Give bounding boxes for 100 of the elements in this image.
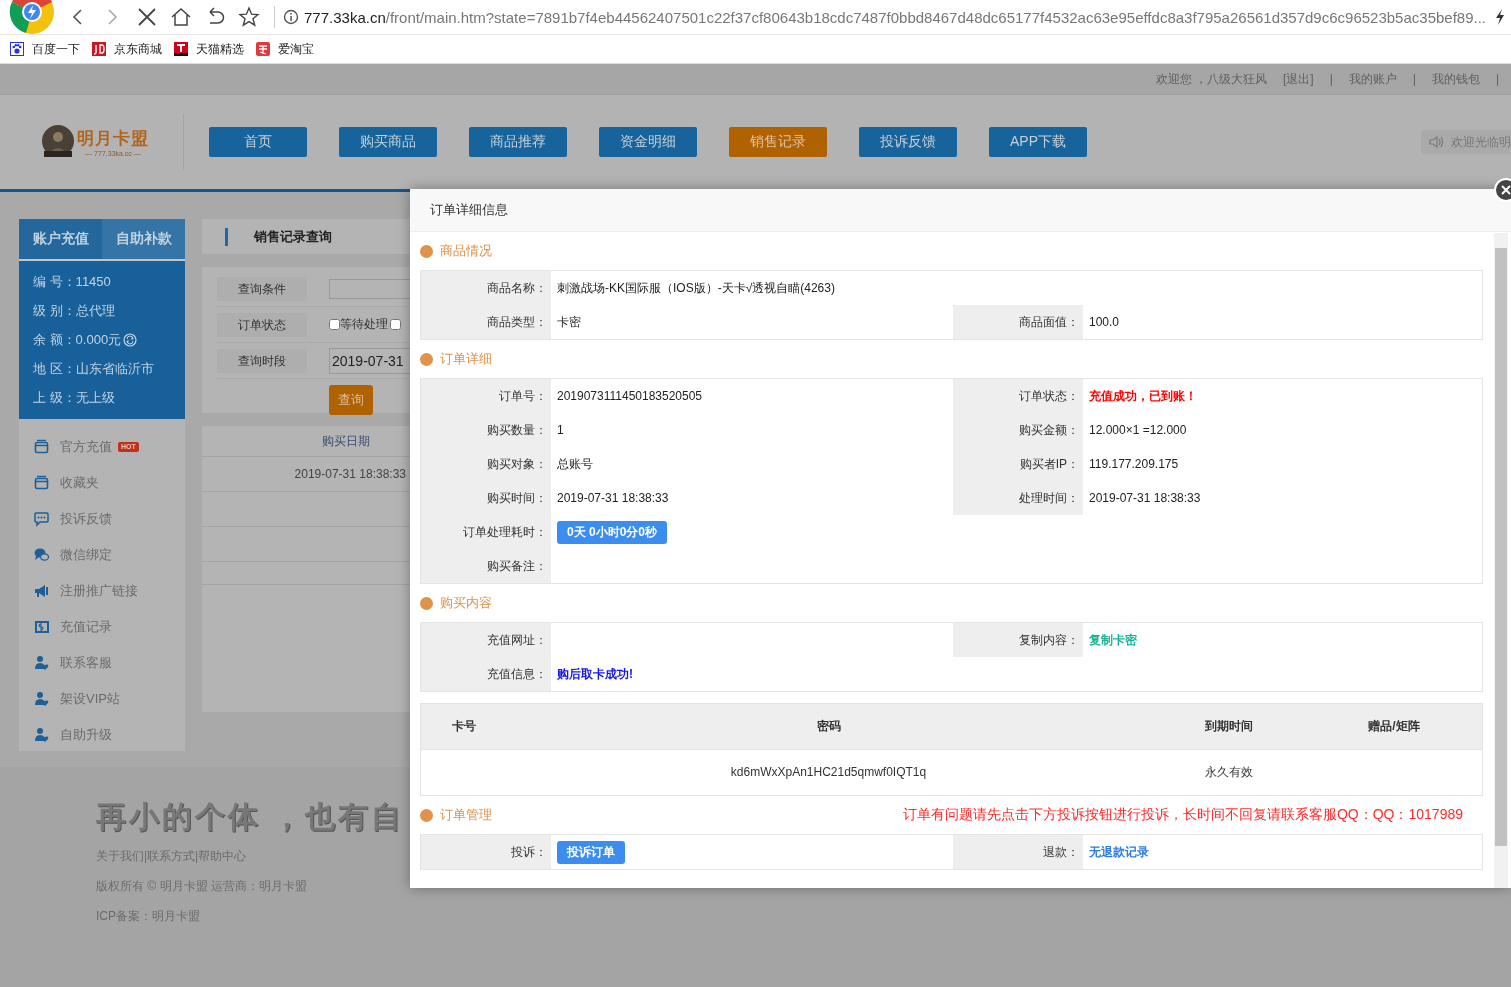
nav-button[interactable]: APP下载: [989, 127, 1087, 157]
bookmark-link[interactable]: 百度一下: [10, 40, 80, 58]
info-icon: [283, 9, 299, 25]
sidebar-menu-item[interactable]: 联系客服: [19, 645, 185, 681]
person-icon: [34, 691, 50, 707]
separator-text: |: [1329, 72, 1333, 86]
detail-label: 订单号：: [421, 379, 551, 413]
detail-label: 购买数量：: [421, 413, 551, 447]
checkbox[interactable]: [329, 319, 340, 330]
detail-value: 12.000×1 =12.000: [1089, 423, 1187, 437]
detail-label: 商品名称：: [421, 271, 551, 305]
speaker-icon: [1429, 135, 1445, 149]
megaphone-icon: [34, 583, 50, 599]
bookmark-link[interactable]: 爱淘宝: [256, 40, 314, 58]
detail-value: 1: [557, 423, 564, 437]
star-icon[interactable]: [238, 6, 260, 28]
url-text: 777.33ka.cn/front/main.htm?state=7891b7f4eb44562407501c22f37cf80643b18cdc7487f0bbd8467d48dc65177f4532ac63e95effdc8a3f795a26561d357d9c6c96523b5ac35bef89...: [304, 8, 1486, 26]
sidebar-menu-item[interactable]: 注册推广链接: [19, 573, 185, 609]
top-link[interactable]: [退出]: [1282, 70, 1314, 88]
column-header: 到期时间: [1151, 704, 1306, 749]
refresh-icon[interactable]: [123, 332, 138, 347]
close-icon[interactable]: [136, 6, 158, 28]
logo-emblem-icon: [41, 124, 75, 160]
field-label: 查询条件: [217, 276, 307, 301]
nav-button[interactable]: 首页: [209, 127, 307, 157]
query-input-field[interactable]: [329, 278, 410, 299]
nav-button[interactable]: 销售记录: [729, 127, 827, 157]
nav-button[interactable]: 资金明细: [599, 127, 697, 157]
sidebar-tab[interactable]: 自助补款: [102, 219, 185, 259]
detail-label: 购买时间：: [421, 481, 551, 515]
nav-button[interactable]: 投诉反馈: [859, 127, 957, 157]
nav-button[interactable]: 商品推荐: [469, 127, 567, 157]
column-header: 购买日期: [321, 432, 371, 450]
checkbox[interactable]: [390, 319, 401, 330]
sidebar-menu-item[interactable]: 自助升级: [19, 717, 185, 753]
detail-label: 订单状态：: [953, 379, 1083, 413]
sidebar-menu-item[interactable]: 收藏夹: [19, 465, 185, 501]
money-icon: [34, 619, 50, 635]
detail-value: 2019073111450183520505: [557, 389, 703, 403]
welcome-text: 欢迎您 ，八级大狂风: [1155, 70, 1267, 88]
person-icon: [34, 727, 50, 743]
info-text: 级 别：总代理: [33, 301, 115, 320]
section-title: 购买内容: [440, 594, 492, 612]
refund-link[interactable]: 无退款记录: [1089, 843, 1149, 861]
section-title: 订单管理: [440, 806, 492, 824]
slogan-text: 再小的个体 ，也有自: [96, 799, 405, 835]
browser-logo-icon[interactable]: [8, 0, 56, 34]
home-icon[interactable]: [170, 6, 192, 28]
bookmark-link[interactable]: 京东商城: [92, 40, 162, 58]
sidebar-menu-item[interactable]: 架设VIP站: [19, 681, 185, 717]
card-icon: [34, 475, 50, 491]
detail-label: 退款：: [953, 835, 1083, 869]
person-icon: [34, 655, 50, 671]
table-cell-text: 2019-07-31 18:38:33: [293, 467, 407, 481]
column-header: 赠品/矩阵: [1306, 704, 1482, 749]
sidebar-menu-item[interactable]: 投诉反馈: [19, 501, 185, 537]
detail-label: 处理时间：: [953, 481, 1083, 515]
table-cell: 永久有效: [1151, 749, 1306, 795]
detail-label: 商品面值：: [953, 305, 1083, 339]
detail-value: 100.0: [1089, 315, 1120, 329]
top-link[interactable]: 我的账户: [1348, 70, 1397, 88]
close-icon[interactable]: [1493, 177, 1511, 203]
sidebar-menu-item[interactable]: 微信绑定: [19, 537, 185, 573]
bookmark-icon: [256, 42, 270, 56]
checkbox-label: 等待处理: [340, 316, 388, 333]
info-text: 地 区：山东省临沂市: [33, 359, 154, 378]
section-title: 订单详细: [440, 350, 492, 368]
detail-label: 购买者IP：: [953, 447, 1083, 481]
field-label: 查询时段: [217, 348, 307, 373]
sidebar-menu-item[interactable]: 充值记录: [19, 609, 185, 645]
field-label: 订单状态: [217, 312, 307, 337]
query-button[interactable]: 查询: [329, 385, 373, 415]
dialog-title: 订单详细信息: [430, 201, 508, 219]
detail-label: 复制内容：: [953, 623, 1083, 657]
order-status-text: 充值成功，已到账！: [1089, 387, 1197, 405]
sidebar-tab[interactable]: 账户充值: [19, 219, 102, 259]
detail-label: 充值网址：: [421, 623, 551, 657]
complaint-button[interactable]: 投诉订单: [557, 840, 625, 864]
detail-label: 订单处理耗时：: [421, 515, 551, 549]
detail-label: 商品类型：: [421, 305, 551, 339]
detail-value: 卡密: [557, 313, 581, 331]
bookmark-link[interactable]: 天猫精选: [174, 40, 244, 58]
detail-label: 充值信息：: [421, 657, 551, 691]
chat-bubbles-icon: [34, 547, 50, 563]
table-cell: kd6mWxXpAn1HC21d5qmwf0IQT1q: [506, 749, 1151, 795]
info-text: 编 号：11450: [33, 272, 111, 291]
top-link[interactable]: 我的钱包: [1431, 70, 1480, 88]
detail-label: 购买对象：: [421, 447, 551, 481]
detail-value: 2019-07-31 18:38:33: [1089, 491, 1201, 505]
detail-value: 刺激战场-KK国际服（IOS版）-天卡√透视自瞄(4263): [557, 279, 835, 297]
chat-icon: [34, 511, 50, 527]
lightning-icon[interactable]: [1494, 8, 1506, 26]
nav-button[interactable]: 购买商品: [339, 127, 437, 157]
copy-link[interactable]: 复制卡密: [1089, 631, 1137, 649]
section-dot-icon: [420, 352, 433, 366]
section-dot-icon: [420, 808, 433, 822]
bookmark-icon: [10, 42, 24, 56]
info-text: 余 额：0.000元: [33, 330, 122, 349]
date-input-field[interactable]: 2019-07-31: [329, 347, 410, 374]
scrollbar[interactable]: [1494, 233, 1508, 888]
